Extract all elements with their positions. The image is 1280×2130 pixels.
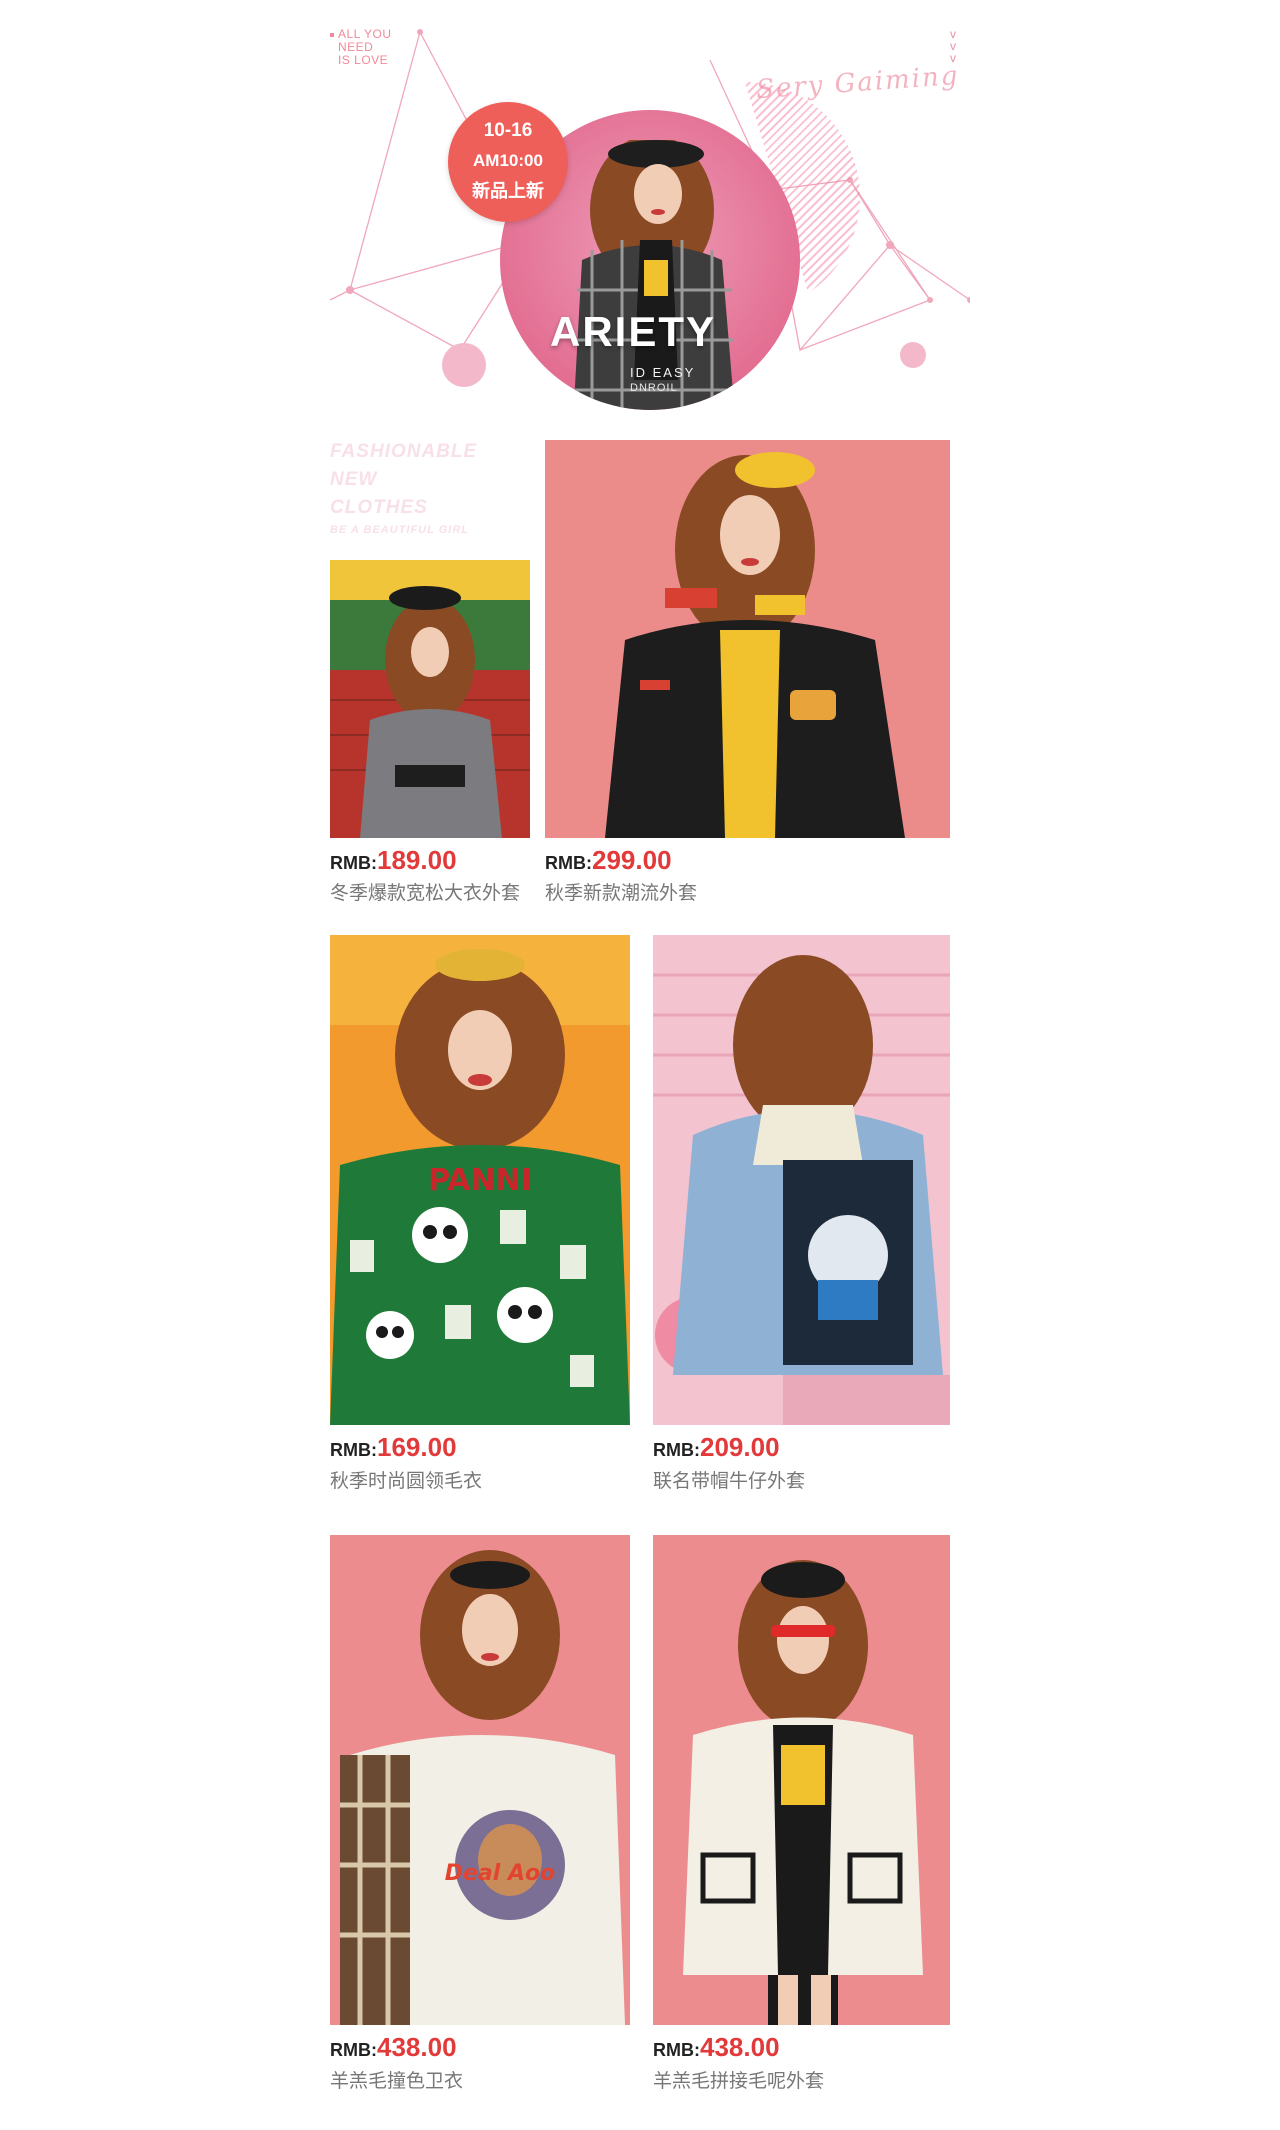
tagline-line-3: IS LOVE bbox=[338, 53, 389, 67]
product-name-2[interactable]: 秋季新款潮流外套 bbox=[545, 878, 697, 905]
pink-dot-decoration bbox=[442, 343, 486, 387]
launch-date-badge: 10-16 AM10:00 新品上新 bbox=[448, 102, 568, 222]
price-value: 189.00 bbox=[377, 845, 457, 875]
product-name-5[interactable]: 羊羔毛撞色卫衣 bbox=[330, 2066, 463, 2093]
product-image-6[interactable] bbox=[653, 1535, 950, 2025]
badge-label: 新品上新 bbox=[472, 181, 544, 201]
price-1: RMB:189.00 bbox=[330, 845, 457, 876]
product-image-1[interactable] bbox=[330, 560, 530, 838]
black-corduroy-jacket-photo bbox=[545, 440, 950, 838]
currency-label: RMB: bbox=[545, 853, 592, 873]
hero-banner: ALL YOU NEED IS LOVE vvv Sery Gaiming 10… bbox=[330, 20, 970, 420]
price-2: RMB:299.00 bbox=[545, 845, 672, 876]
product-image-4[interactable] bbox=[653, 935, 950, 1425]
section-title-line-2: NEW bbox=[330, 469, 378, 490]
pink-dot-decoration-small bbox=[900, 342, 926, 368]
section-title-line-1: FASHIONABLE bbox=[330, 441, 478, 462]
brand-title: ARIETY bbox=[550, 308, 717, 355]
price-value: 438.00 bbox=[377, 2032, 457, 2062]
price-value: 209.00 bbox=[700, 1432, 780, 1462]
plaid-sleeve-sweatshirt-photo: Deal Aoo bbox=[330, 1535, 630, 2025]
price-value: 299.00 bbox=[592, 845, 672, 875]
product-name-1[interactable]: 冬季爆款宽松大衣外套 bbox=[330, 878, 520, 905]
product-name-3[interactable]: 秋季时尚圆领毛衣 bbox=[330, 1466, 482, 1493]
product-image-3[interactable]: PANNI bbox=[330, 935, 630, 1425]
denim-hooded-jacket-photo bbox=[653, 935, 950, 1425]
section-title-line-3: CLOTHES bbox=[330, 497, 428, 518]
brand-subtitle-2: DNROIL bbox=[630, 382, 678, 394]
green-panda-sweater-photo: PANNI bbox=[330, 935, 630, 1425]
currency-label: RMB: bbox=[653, 1440, 700, 1460]
price-3: RMB:169.00 bbox=[330, 1432, 457, 1463]
badge-date: 10-16 bbox=[483, 120, 533, 141]
price-5: RMB:438.00 bbox=[330, 2032, 457, 2063]
product-image-2[interactable] bbox=[545, 440, 950, 838]
price-6: RMB:438.00 bbox=[653, 2032, 780, 2063]
section-title: FASHIONABLE NEW CLOTHES BE A BEAUTIFUL G… bbox=[330, 438, 477, 538]
currency-label: RMB: bbox=[653, 2040, 700, 2060]
brand-subtitle: ID EASY bbox=[630, 365, 696, 380]
sweatshirt-print-text: Deal Aoo bbox=[445, 1861, 555, 1886]
price-4: RMB:209.00 bbox=[653, 1432, 780, 1463]
gray-blazer-photo bbox=[330, 560, 530, 838]
price-value: 169.00 bbox=[377, 1432, 457, 1462]
section-subline: BE A BEAUTIFUL GIRL bbox=[330, 524, 469, 536]
currency-label: RMB: bbox=[330, 2040, 377, 2060]
badge-time: AM10:00 bbox=[473, 151, 543, 170]
currency-label: RMB: bbox=[330, 1440, 377, 1460]
white-fleece-coat-photo bbox=[653, 1535, 950, 2025]
currency-label: RMB: bbox=[330, 853, 377, 873]
product-name-6[interactable]: 羊羔毛拼接毛呢外套 bbox=[653, 2066, 824, 2093]
tagline: ALL YOU NEED IS LOVE bbox=[330, 28, 392, 67]
v-marks: vvv bbox=[950, 27, 956, 65]
product-name-4[interactable]: 联名带帽牛仔外套 bbox=[653, 1466, 805, 1493]
sweater-print-text: PANNI bbox=[428, 1163, 532, 1198]
tagline-line-1: ALL YOU bbox=[338, 27, 392, 41]
price-value: 438.00 bbox=[700, 2032, 780, 2062]
product-image-5[interactable]: Deal Aoo bbox=[330, 1535, 630, 2025]
